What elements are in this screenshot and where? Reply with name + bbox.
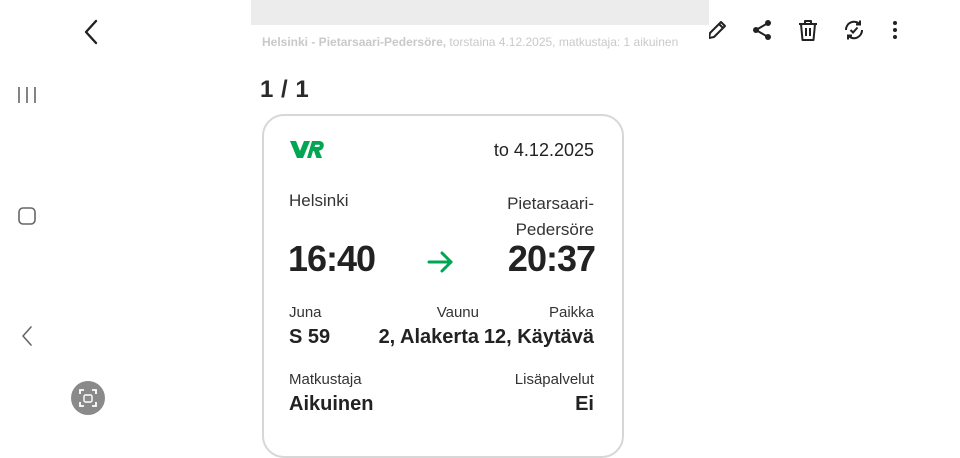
car-value: 2, Alakerta (378, 326, 479, 348)
rotate-button[interactable] (841, 17, 867, 45)
delete-button[interactable] (795, 17, 821, 45)
system-back-icon (22, 326, 32, 346)
share-button[interactable] (749, 17, 775, 45)
summary-details: torstaina 4.12.2025, matkustaja: 1 aikui… (446, 35, 679, 49)
seat-label: Paikka (548, 304, 594, 321)
extras-value: Ei (575, 393, 594, 415)
recents-icon (18, 87, 36, 103)
image-top-strip (251, 0, 709, 25)
passenger-label: Matkustaja (289, 371, 362, 388)
arrival-station-line1: Pietarsaari- (507, 194, 594, 213)
share-icon (753, 20, 771, 40)
delete-icon (799, 20, 817, 41)
travel-date: to 4.12.2025 (493, 140, 594, 160)
seat-value: 12, Käytävä (483, 326, 594, 348)
car-label: Vaunu (436, 304, 479, 321)
arrival-station: Pietarsaari- Pedersöre (454, 191, 594, 243)
train-label: Juna (289, 304, 322, 321)
page-indicator: 1 / 1 (260, 76, 310, 103)
departure-station: Helsinki (289, 191, 349, 210)
capture-button[interactable] (71, 381, 105, 415)
home-button[interactable] (16, 205, 38, 227)
back-button[interactable] (78, 16, 106, 48)
departure-time: 16:40 (288, 238, 376, 279)
summary-route: Helsinki - Pietarsaari-Pedersöre, (262, 35, 447, 49)
arrow-right-icon (425, 246, 457, 278)
arrival-time: 20:37 (507, 238, 596, 279)
home-icon (18, 207, 36, 225)
more-button[interactable] (882, 17, 908, 45)
more-icon (893, 21, 897, 39)
extras-label: Lisäpalvelut (514, 371, 594, 388)
ticket-summary-line: Helsinki - Pietarsaari-Pedersöre, torsta… (262, 35, 702, 51)
capture-icon (79, 389, 97, 407)
passenger-value: Aikuinen (289, 393, 374, 415)
system-back-button[interactable] (16, 324, 38, 348)
recents-button[interactable] (16, 84, 38, 106)
rotate-icon (844, 20, 864, 40)
train-value: S 59 (289, 326, 331, 348)
vr-logo (290, 141, 324, 159)
back-icon (84, 19, 98, 45)
